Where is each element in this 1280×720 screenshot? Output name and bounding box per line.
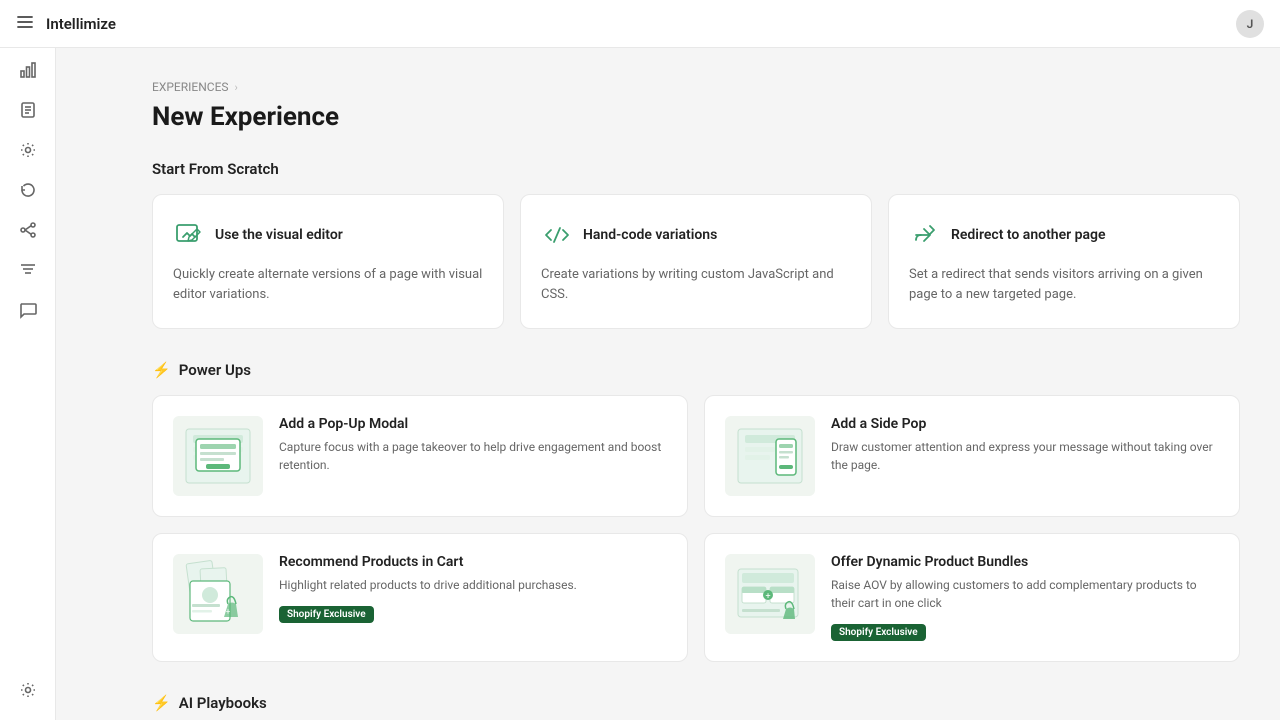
svg-text:+: +: [765, 592, 770, 602]
recommend-products-image: +: [173, 554, 263, 634]
side-pop-image: [725, 416, 815, 496]
recommend-products-badge: Shopify Exclusive: [279, 606, 374, 623]
header: Intellimize J: [0, 0, 1280, 48]
power-ups-cards: Add a Pop-Up Modal Capture focus with a …: [152, 395, 1240, 662]
redirect-desc: Set a redirect that sends visitors arriv…: [909, 265, 1219, 304]
menu-icon[interactable]: [16, 13, 34, 35]
breadcrumb-parent[interactable]: EXPERIENCES: [152, 80, 229, 94]
sidebar-item-integrations[interactable]: [10, 212, 46, 248]
product-bundles-card[interactable]: + Offer Dynamic Product Bundles Raise AO…: [704, 533, 1240, 662]
hand-code-desc: Create variations by writing custom Java…: [541, 265, 851, 304]
visual-editor-title: Use the visual editor: [215, 227, 343, 243]
popup-modal-image: [173, 416, 263, 496]
product-bundles-title: Offer Dynamic Product Bundles: [831, 554, 1219, 570]
scratch-cards: Use the visual editor Quickly create alt…: [152, 194, 1240, 329]
sidebar-item-history[interactable]: [10, 172, 46, 208]
product-bundles-image: +: [725, 554, 815, 634]
popup-modal-desc: Capture focus with a page takeover to he…: [279, 438, 667, 474]
visual-editor-card[interactable]: Use the visual editor Quickly create alt…: [152, 194, 504, 329]
redirect-title: Redirect to another page: [951, 227, 1106, 243]
sidebar-item-gear[interactable]: [10, 672, 46, 708]
recommend-products-desc: Highlight related products to drive addi…: [279, 576, 667, 594]
popup-modal-title: Add a Pop-Up Modal: [279, 416, 667, 432]
power-ups-section-title: ⚡ Power Ups: [152, 361, 1240, 379]
ai-playbooks-icon: ⚡: [152, 694, 171, 712]
main-content: EXPERIENCES › New Experience Start From …: [112, 48, 1280, 720]
redirect-icon: [909, 219, 941, 251]
visual-editor-desc: Quickly create alternate versions of a p…: [173, 265, 483, 304]
code-icon: [541, 219, 573, 251]
sidebar-item-filters[interactable]: [10, 252, 46, 288]
hand-code-title: Hand-code variations: [583, 227, 717, 243]
page-title: New Experience: [152, 102, 1240, 132]
product-bundles-desc: Raise AOV by allowing customers to add c…: [831, 576, 1219, 612]
scratch-section-title: Start From Scratch: [152, 160, 1240, 178]
breadcrumb-separator: ›: [235, 81, 238, 94]
sidebar-item-messages[interactable]: [10, 292, 46, 328]
power-ups-icon: ⚡: [152, 361, 171, 379]
side-pop-card[interactable]: Add a Side Pop Draw customer attention a…: [704, 395, 1240, 517]
product-bundles-badge: Shopify Exclusive: [831, 624, 926, 641]
recommend-products-card[interactable]: + Recommend Products in Cart Highlight r…: [152, 533, 688, 662]
redirect-card[interactable]: Redirect to another page Set a redirect …: [888, 194, 1240, 329]
hand-code-card[interactable]: Hand-code variations Create variations b…: [520, 194, 872, 329]
user-avatar[interactable]: J: [1236, 10, 1264, 38]
popup-modal-card[interactable]: Add a Pop-Up Modal Capture focus with a …: [152, 395, 688, 517]
ai-playbooks-section-title: ⚡ AI Playbooks: [152, 694, 1240, 712]
sidebar-item-reports[interactable]: [10, 92, 46, 128]
visual-editor-icon: [173, 219, 205, 251]
side-pop-desc: Draw customer attention and express your…: [831, 438, 1219, 474]
sidebar-item-settings-main[interactable]: [10, 132, 46, 168]
recommend-products-title: Recommend Products in Cart: [279, 554, 667, 570]
sidebar-item-analytics[interactable]: [10, 52, 46, 88]
app-logo: Intellimize: [46, 15, 1236, 33]
breadcrumb: EXPERIENCES ›: [152, 80, 1240, 94]
side-pop-title: Add a Side Pop: [831, 416, 1219, 432]
svg-text:+: +: [226, 607, 231, 616]
sidebar: [0, 0, 56, 720]
